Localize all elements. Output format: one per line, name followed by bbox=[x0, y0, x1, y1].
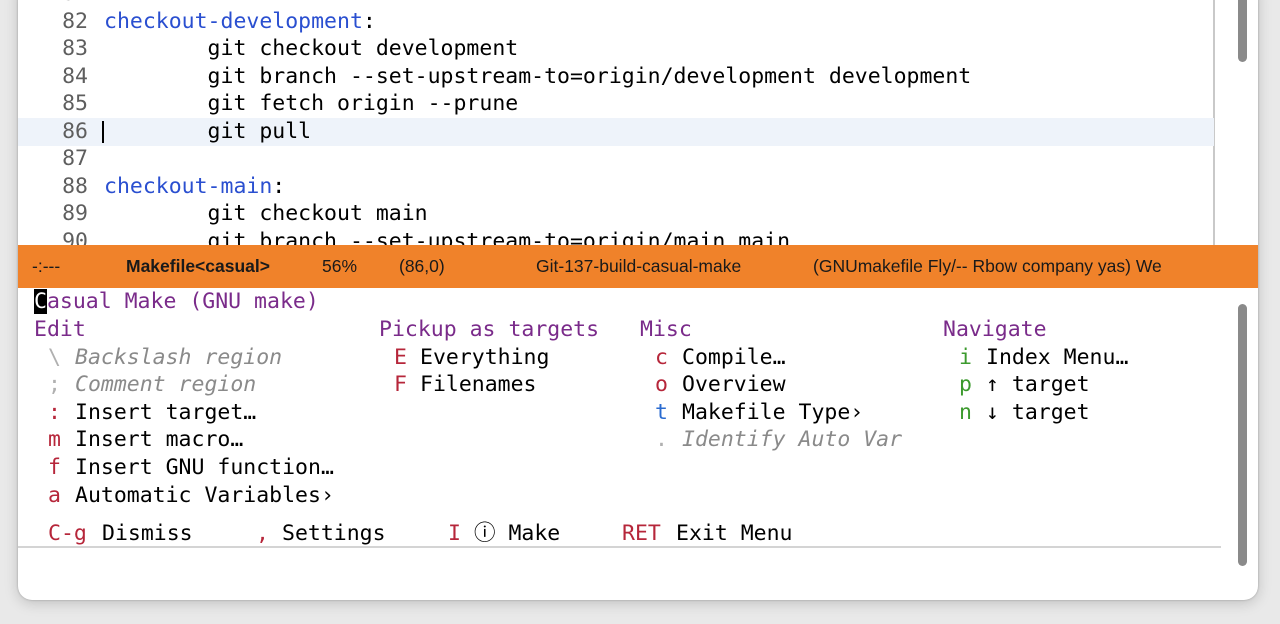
menu-item-navigate[interactable]: Index Menu… bbox=[986, 344, 1128, 372]
code-line[interactable]: 82 checkout-development: bbox=[18, 8, 1214, 36]
menu-item-edit[interactable]: Insert GNU function… bbox=[75, 454, 334, 482]
code-text: git checkout main bbox=[104, 201, 428, 226]
make-target-name: checkout-development bbox=[104, 8, 363, 34]
menu-key-edit[interactable]: m bbox=[48, 426, 61, 454]
menu-item-edit[interactable]: Insert macro… bbox=[75, 426, 243, 454]
menu-key-misc[interactable]: o bbox=[655, 371, 668, 399]
menu-item-pickup[interactable]: Filenames bbox=[420, 371, 537, 399]
menu-key-edit[interactable]: a bbox=[48, 482, 61, 510]
code-text: git branch --set-upstream-to=origin/deve… bbox=[104, 63, 972, 89]
code-line[interactable]: 83 git checkout development bbox=[18, 35, 1214, 63]
menu-item-pickup[interactable]: Everything bbox=[420, 344, 549, 372]
menu-key-navigate[interactable]: p bbox=[959, 371, 972, 399]
line-content: git checkout main bbox=[104, 200, 428, 228]
text-cursor: C bbox=[34, 289, 47, 314]
line-number: 89 bbox=[62, 201, 88, 226]
menu-key-misc[interactable]: c bbox=[655, 344, 668, 372]
menu-key-edit[interactable]: : bbox=[48, 399, 61, 427]
footer-item[interactable]: Settings bbox=[282, 520, 386, 548]
code-text: git checkout development bbox=[104, 36, 519, 61]
footer-key[interactable]: C-g bbox=[48, 520, 87, 548]
code-line[interactable]: 89 git checkout main bbox=[18, 200, 1214, 228]
menu-item-misc[interactable]: Overview bbox=[682, 371, 786, 399]
menu-key-misc[interactable]: t bbox=[655, 399, 668, 427]
menu-key-navigate[interactable]: i bbox=[959, 344, 972, 372]
menu-item-edit[interactable]: Automatic Variables› bbox=[75, 482, 334, 510]
text-cursor bbox=[102, 120, 104, 143]
footer-item[interactable]: ⓘ Make bbox=[474, 520, 560, 548]
line-number: 83 bbox=[62, 36, 88, 61]
menu-header-navigate: Navigate bbox=[943, 317, 1047, 342]
code-text: git branch --set-upstream-to=origin/main… bbox=[104, 228, 791, 246]
menu-key-misc: . bbox=[655, 427, 668, 453]
line-content: git pull bbox=[104, 118, 312, 146]
code-text: : bbox=[362, 8, 376, 34]
line-content: checkout-main: bbox=[104, 173, 285, 201]
menu-title-text: asual Make (GNU make) bbox=[46, 289, 319, 314]
menu-key-edit: ; bbox=[48, 372, 61, 398]
code-line[interactable]: 87 bbox=[18, 145, 1214, 173]
code-line[interactable]: 85 git fetch origin --prune bbox=[18, 90, 1214, 118]
menu-scrollbar[interactable] bbox=[1238, 304, 1247, 566]
menu-key-navigate[interactable]: n bbox=[959, 399, 972, 427]
mode-line: -:--- Makefile<casual> 56% (86,0) Git-13… bbox=[18, 245, 1258, 288]
line-number: 85 bbox=[62, 91, 88, 116]
menu-header-edit: Edit bbox=[34, 317, 86, 342]
code-text: git fetch origin --prune bbox=[104, 91, 519, 116]
line-number: 87 bbox=[62, 146, 88, 171]
footer-item[interactable]: Dismiss bbox=[102, 520, 193, 548]
code-line[interactable]: 84 git branch --set-upstream-to=origin/d… bbox=[18, 63, 1214, 91]
line-number: 84 bbox=[62, 63, 88, 89]
modeline-percent: 56% bbox=[322, 256, 358, 276]
footer-key[interactable]: RET bbox=[622, 520, 661, 548]
editor-scrollbar[interactable] bbox=[1238, 0, 1247, 62]
modeline-buffer-name[interactable]: Makefile<casual> bbox=[126, 245, 270, 288]
menu-header-pickup: Pickup as targets bbox=[379, 317, 600, 342]
menu-item-edit: Comment region bbox=[75, 372, 257, 398]
emacs-frame: 8182checkout-development:83 git checkout… bbox=[18, 0, 1258, 600]
menu-key-pickup[interactable]: E bbox=[394, 344, 407, 372]
menu-item-misc[interactable]: Compile… bbox=[682, 344, 786, 372]
modeline-vc-branch[interactable]: Git-137-build-casual-make bbox=[536, 245, 741, 288]
line-content: git branch --set-upstream-to=origin/main… bbox=[104, 228, 791, 246]
footer-key[interactable]: , bbox=[256, 520, 269, 548]
line-number: 82 bbox=[62, 8, 88, 34]
line-content: git checkout development bbox=[104, 35, 519, 63]
make-target-name: checkout-main bbox=[104, 173, 273, 199]
modeline-modes[interactable]: (GNUmakefile Fly/-- Rbow company yas) We bbox=[813, 245, 1162, 288]
current-line[interactable]: 86 git pull bbox=[18, 117, 1214, 146]
menu-key-pickup[interactable]: F bbox=[394, 371, 407, 399]
menu-item-navigate[interactable]: ↑ target bbox=[986, 371, 1090, 399]
transient-menu: Casual Make (GNU make) Edit \ Backslash re… bbox=[18, 288, 1258, 570]
menu-title: Casual Make (GNU make) bbox=[34, 288, 319, 316]
line-content: git fetch origin --prune bbox=[104, 90, 519, 118]
footer-key[interactable]: I bbox=[448, 520, 461, 548]
menu-key-edit: \ bbox=[48, 344, 61, 370]
menu-item-edit: Backslash region bbox=[75, 344, 283, 370]
menu-item-navigate[interactable]: ↓ target bbox=[986, 399, 1090, 427]
menu-header-misc: Misc bbox=[640, 317, 692, 342]
code-line[interactable]: 88 checkout-main: bbox=[18, 173, 1214, 201]
code-text: : bbox=[272, 173, 286, 199]
code-line[interactable]: 90 git branch --set-upstream-to=origin/m… bbox=[18, 228, 1214, 246]
editor-buffer[interactable]: 8182checkout-development:83 git checkout… bbox=[18, 0, 1258, 245]
line-content: checkout-development: bbox=[104, 8, 376, 36]
menu-item-edit[interactable]: Insert target… bbox=[75, 399, 256, 427]
line-number: 88 bbox=[62, 173, 88, 199]
modeline-status: -:--- bbox=[32, 256, 61, 276]
code-text: git pull bbox=[104, 118, 312, 144]
menu-item-misc: Identify Auto Var bbox=[682, 427, 903, 453]
modeline-position: (86,0) bbox=[399, 256, 445, 276]
menu-item-misc[interactable]: Makefile Type› bbox=[682, 399, 863, 427]
line-content: git branch --set-upstream-to=origin/deve… bbox=[104, 63, 972, 91]
menu-divider bbox=[18, 546, 1221, 548]
line-number: 90 bbox=[62, 228, 88, 246]
menu-key-edit[interactable]: f bbox=[48, 454, 61, 482]
line-number: 86 bbox=[62, 118, 88, 144]
footer-item[interactable]: Exit Menu bbox=[676, 520, 793, 548]
